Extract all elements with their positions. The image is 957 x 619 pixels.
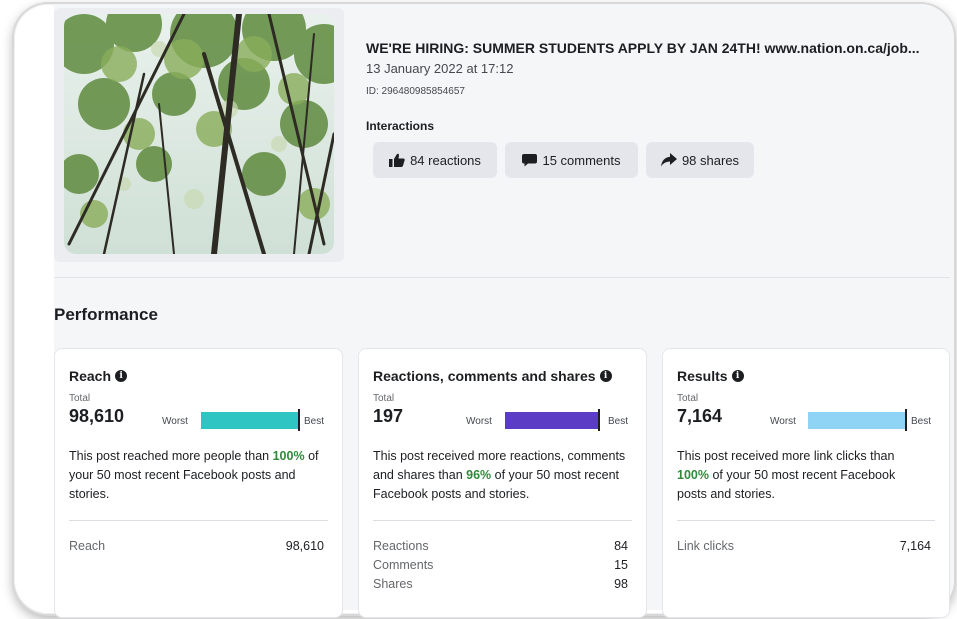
metric-label: Link clicks	[677, 539, 734, 553]
engagement-description: This post received more reactions, comme…	[373, 447, 635, 504]
card-divider	[677, 520, 935, 521]
desc-prefix: This post reached more people than	[69, 449, 273, 463]
engagement-total-value: 197	[373, 406, 404, 426]
best-label: Best	[608, 416, 629, 427]
metric-value: 7,164	[899, 539, 931, 553]
worst-label: Worst	[466, 416, 492, 427]
results-card-title: Results i	[677, 368, 744, 384]
desc-suffix: of your 50 most recent Facebook posts an…	[677, 468, 896, 501]
results-benchmark-bar	[808, 412, 905, 429]
comments-chip[interactable]: 15 comments	[505, 142, 638, 178]
reach-description: This post reached more people than 100% …	[69, 447, 331, 504]
desc-percent: 100%	[677, 468, 709, 482]
metric-row-reach: Reach 98,610	[69, 539, 324, 553]
worst-label: Worst	[162, 416, 188, 427]
post-date: 13 January 2022 at 17:12	[366, 61, 514, 76]
comments-chip-label: 15 comments	[542, 152, 621, 168]
info-icon[interactable]: i	[599, 370, 612, 382]
reach-benchmark-bar	[201, 412, 298, 429]
forest-canopy-image	[64, 14, 334, 254]
reach-card: Reach i Total 98,610 Worst Best This pos…	[54, 348, 343, 618]
metric-row-link-clicks: Link clicks 7,164	[677, 539, 931, 553]
metric-label: Reach	[69, 539, 106, 553]
shares-chip[interactable]: 98 shares	[646, 142, 754, 178]
shares-chip-label: 98 shares	[681, 152, 740, 168]
thumbs-up-icon	[389, 153, 405, 167]
reactions-chip-label: 84 reactions	[410, 152, 481, 168]
speech-bubble-icon	[522, 154, 538, 167]
desc-prefix: This post received more link clicks than	[677, 449, 895, 463]
card-divider	[69, 520, 328, 521]
interactions-label: Interactions	[366, 119, 435, 133]
reach-total-value: 98,610	[69, 406, 125, 426]
engagement-title-text: Reactions, comments and shares	[373, 368, 596, 384]
total-label: Total	[677, 393, 699, 404]
info-icon[interactable]: i	[115, 370, 128, 382]
desc-percent: 96%	[466, 468, 492, 482]
metric-value: 98,610	[285, 539, 324, 553]
benchmark-marker	[598, 409, 600, 431]
reach-card-title: Reach i	[69, 368, 128, 384]
engagement-card: Reactions, comments and shares i Total 1…	[358, 348, 647, 618]
metric-value: 84	[614, 539, 628, 553]
benchmark-marker	[905, 409, 907, 431]
results-title-text: Results	[677, 368, 728, 384]
benchmark-marker	[298, 409, 300, 431]
engagement-benchmark-bar	[505, 412, 598, 429]
info-icon[interactable]: i	[731, 370, 744, 382]
section-divider	[54, 277, 950, 278]
metric-row-reactions: Reactions 84	[373, 539, 628, 553]
post-thumbnail-image[interactable]	[64, 14, 334, 254]
card-divider	[373, 520, 632, 521]
engagement-card-title: Reactions, comments and shares i	[373, 368, 612, 384]
metric-value: 98	[614, 577, 628, 591]
share-arrow-icon	[660, 153, 677, 167]
total-label: Total	[69, 393, 91, 404]
results-total-value: 7,164	[677, 406, 723, 426]
post-title[interactable]: WE'RE HIRING: SUMMER STUDENTS APPLY BY J…	[366, 40, 946, 56]
total-label: Total	[373, 393, 395, 404]
metric-value: 15	[614, 558, 628, 572]
metric-label: Reactions	[373, 539, 429, 553]
best-label: Best	[304, 416, 325, 427]
worst-label: Worst	[770, 416, 796, 427]
metric-row-comments: Comments 15	[373, 558, 628, 572]
results-card: Results i Total 7,164 Worst Best This po…	[662, 348, 950, 618]
post-id: ID: 296480985854657	[366, 86, 465, 97]
reactions-chip[interactable]: 84 reactions	[373, 142, 497, 178]
desc-percent: 100%	[272, 449, 305, 463]
reach-title-text: Reach	[69, 368, 112, 384]
performance-title: Performance	[54, 305, 158, 324]
metric-label: Comments	[373, 558, 434, 572]
metric-label: Shares	[373, 577, 413, 591]
best-label: Best	[911, 416, 932, 427]
results-description: This post received more link clicks than…	[677, 447, 927, 504]
metric-row-shares: Shares 98	[373, 577, 628, 591]
